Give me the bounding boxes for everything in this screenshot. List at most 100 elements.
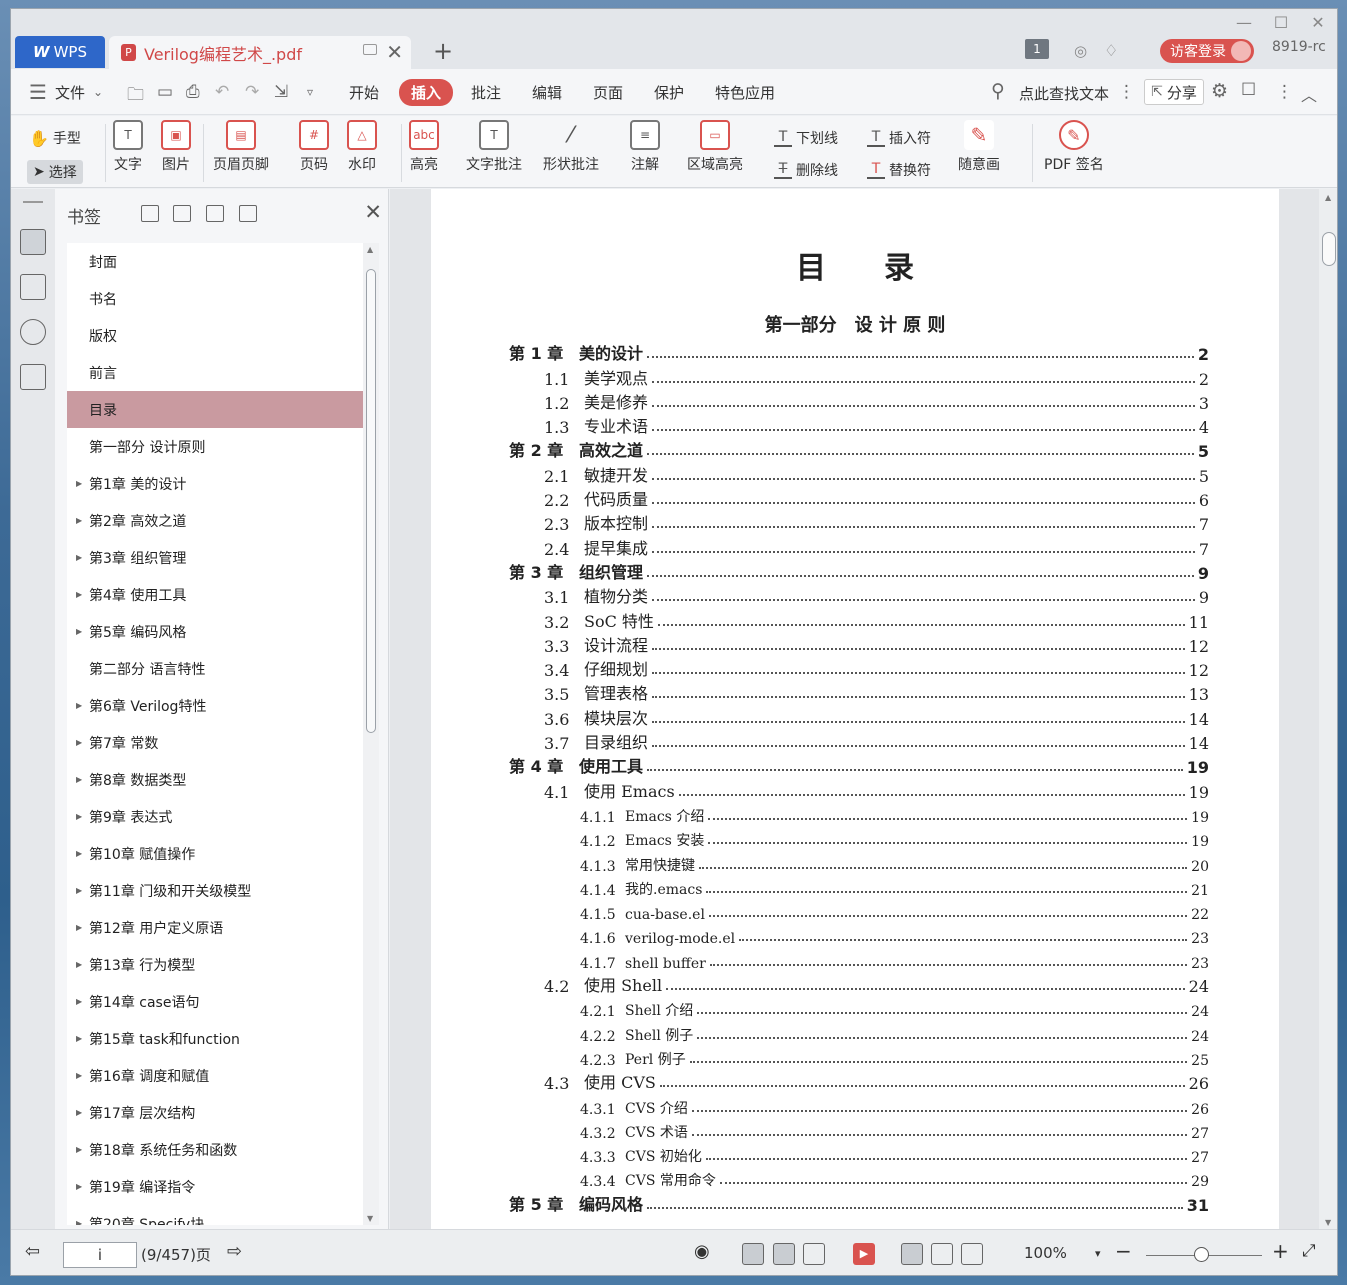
fullscreen-icon[interactable]: ⤢: [1302, 1241, 1316, 1261]
watermark-button[interactable]: △ 水印: [347, 120, 377, 174]
bookmark-item[interactable]: ▶ 第19章 编译指令: [67, 1168, 363, 1205]
scroll-down-icon[interactable]: ▼: [1325, 1218, 1331, 1227]
toc-entry[interactable]: 3.5 管理表格 13: [509, 680, 1209, 704]
toc-entry[interactable]: 4.1.1 Emacs 介绍 19: [509, 802, 1209, 826]
menu-features[interactable]: 特色应用: [715, 82, 775, 103]
more-dropdown-icon[interactable]: ▿: [307, 85, 313, 99]
expand-arrow-icon[interactable]: ▶: [76, 516, 82, 525]
toc-entry[interactable]: 第 2 章高效之道 5: [509, 437, 1209, 461]
collapse-bookmarks-icon[interactable]: [206, 205, 224, 222]
gear-icon[interactable]: ⚙: [1211, 80, 1228, 102]
zoom-out-button[interactable]: −: [1115, 1239, 1132, 1263]
close-window-button[interactable]: ✕: [1303, 13, 1333, 32]
menu-edit[interactable]: 编辑: [532, 82, 562, 103]
toc-entry[interactable]: 4.2.2 Shell 例子 24: [509, 1020, 1209, 1045]
expand-arrow-icon[interactable]: ▶: [76, 886, 82, 895]
chevron-down-icon[interactable]: ⌄: [93, 85, 103, 99]
skin-icon[interactable]: ◎: [1074, 42, 1087, 60]
window-count-badge[interactable]: 1: [1025, 39, 1049, 59]
guest-login-button[interactable]: 访客登录: [1160, 39, 1254, 63]
toc-entry[interactable]: 4.1.4 我的.emacs 21: [509, 875, 1209, 899]
text-comment-button[interactable]: T 文字批注: [466, 120, 522, 174]
bookmark-item[interactable]: 目录: [67, 391, 363, 428]
more-options-icon[interactable]: ⋮: [1276, 82, 1293, 102]
bookmark-item[interactable]: ▶ 第7章 常数: [67, 724, 363, 761]
toc-entry[interactable]: 3.6 模块层次 14: [509, 704, 1209, 729]
toc-entry[interactable]: 第 3 章组织管理 9: [509, 559, 1209, 583]
menu-annotate[interactable]: 批注: [471, 82, 501, 103]
play-icon[interactable]: ▶: [853, 1243, 875, 1265]
zoom-dropdown-icon[interactable]: ▾: [1095, 1247, 1101, 1260]
bookmark-item[interactable]: ▶ 第3章 组织管理: [67, 539, 363, 576]
bookmark-item[interactable]: ▶ 第8章 数据类型: [67, 761, 363, 798]
expand-arrow-icon[interactable]: ▶: [76, 849, 82, 858]
zoom-in-button[interactable]: +: [1272, 1239, 1289, 1263]
close-tab-button[interactable]: ✕: [386, 40, 403, 64]
bookmark-item[interactable]: ▶ 第12章 用户定义原语: [67, 909, 363, 946]
menu-file[interactable]: 文件: [55, 82, 85, 103]
toc-entry[interactable]: 3.4 仔细规划 12: [509, 656, 1209, 680]
fit-page-icon[interactable]: [931, 1243, 953, 1265]
bookmark-item[interactable]: 前言: [67, 354, 363, 391]
bookmark-item[interactable]: ▶ 第1章 美的设计: [67, 465, 363, 502]
bookmark-scroll-thumb[interactable]: [366, 269, 376, 733]
replace-mark-button[interactable]: T 替换符: [867, 160, 931, 180]
expand-arrow-icon[interactable]: ▶: [76, 627, 82, 636]
toc-entry[interactable]: 4.2 使用 Shell 24: [509, 972, 1209, 996]
toc-entry[interactable]: 1.2 美是修养 3: [509, 389, 1209, 413]
bookmark-item[interactable]: 书名: [67, 280, 363, 317]
search-icon[interactable]: ⚲: [991, 80, 1005, 102]
continuous-view-icon[interactable]: [742, 1243, 764, 1265]
save-icon[interactable]: ▭: [157, 82, 173, 102]
page-number-button[interactable]: # 页码: [299, 120, 329, 174]
bookmark-item[interactable]: ▶ 第4章 使用工具: [67, 576, 363, 613]
expand-bookmarks-icon[interactable]: [173, 205, 191, 222]
bookmark-panel-icon[interactable]: [20, 229, 46, 255]
toc-entry[interactable]: 2.1 敏捷开发 5: [509, 461, 1209, 486]
toc-entry[interactable]: 1.3 专业术语 4: [509, 413, 1209, 437]
expand-arrow-icon[interactable]: ▶: [76, 1108, 82, 1117]
highlight-button[interactable]: abc 高亮: [409, 120, 439, 174]
menu-start[interactable]: 开始: [349, 82, 379, 103]
close-bookmark-panel-button[interactable]: ✕: [364, 200, 382, 224]
toc-entry[interactable]: 2.4 提早集成 7: [509, 534, 1209, 559]
more-vertical-icon[interactable]: ⋮: [1118, 82, 1135, 102]
toc-entry[interactable]: 4.3.4 CVS 常用命令 29: [509, 1166, 1209, 1190]
scroll-up-icon[interactable]: ▲: [367, 245, 373, 254]
toc-entry[interactable]: 4.1.5 cua-base.el 22: [509, 899, 1209, 923]
expand-arrow-icon[interactable]: ▶: [76, 479, 82, 488]
shirt-icon[interactable]: ♢: [1104, 41, 1118, 60]
expand-arrow-icon[interactable]: ▶: [76, 590, 82, 599]
hamburger-menu-icon[interactable]: ☰: [29, 80, 47, 104]
expand-arrow-icon[interactable]: ▶: [76, 1145, 82, 1154]
eye-protection-icon[interactable]: ◉: [694, 1241, 710, 1262]
next-page-button[interactable]: ⇨: [227, 1241, 242, 1262]
toc-entry[interactable]: 4.3 使用 CVS 26: [509, 1069, 1209, 1093]
export-icon[interactable]: ⇲: [274, 82, 288, 102]
toc-entry[interactable]: 4.1.3 常用快捷键 20: [509, 850, 1209, 875]
scroll-down-icon[interactable]: ▼: [367, 1214, 373, 1223]
toc-entry[interactable]: 2.3 版本控制 7: [509, 510, 1209, 534]
bookmark-item[interactable]: ▶ 第10章 赋值操作: [67, 835, 363, 872]
signature-panel-icon[interactable]: [20, 364, 46, 390]
search-text-button[interactable]: 点此查找文本: [1019, 83, 1109, 104]
bookmark-item[interactable]: ▶ 第2章 高效之道: [67, 502, 363, 539]
actual-size-icon[interactable]: [901, 1243, 923, 1265]
bookmark-item[interactable]: ▶ 第15章 task和function: [67, 1020, 363, 1057]
bookmark-item[interactable]: 第二部分 语言特性: [67, 650, 363, 687]
toc-entry[interactable]: 2.2 代码质量 6: [509, 486, 1209, 510]
toc-entry[interactable]: 4.1.6 verilog-mode.el 23: [509, 923, 1209, 947]
insert-mark-button[interactable]: T 插入符: [867, 128, 931, 148]
bookmark-item[interactable]: ▶ 第9章 表达式: [67, 798, 363, 835]
toc-entry[interactable]: 4.2.3 Perl 例子 25: [509, 1045, 1209, 1069]
expand-arrow-icon[interactable]: ▶: [76, 1071, 82, 1080]
toc-entry[interactable]: 第 5 章编码风格 31: [509, 1190, 1209, 1215]
toc-entry[interactable]: 4.2.1 Shell 介绍 24: [509, 996, 1209, 1020]
zoom-slider-handle[interactable]: [1194, 1247, 1209, 1262]
bookmark-scrollbar[interactable]: ▲ ▼: [363, 243, 379, 1225]
print-icon[interactable]: ⎙: [186, 82, 200, 102]
document-scroll-thumb[interactable]: [1322, 232, 1336, 266]
bookmark-item[interactable]: 版权: [67, 317, 363, 354]
area-highlight-button[interactable]: ▭ 区域高亮: [687, 120, 743, 174]
menu-page[interactable]: 页面: [593, 82, 623, 103]
